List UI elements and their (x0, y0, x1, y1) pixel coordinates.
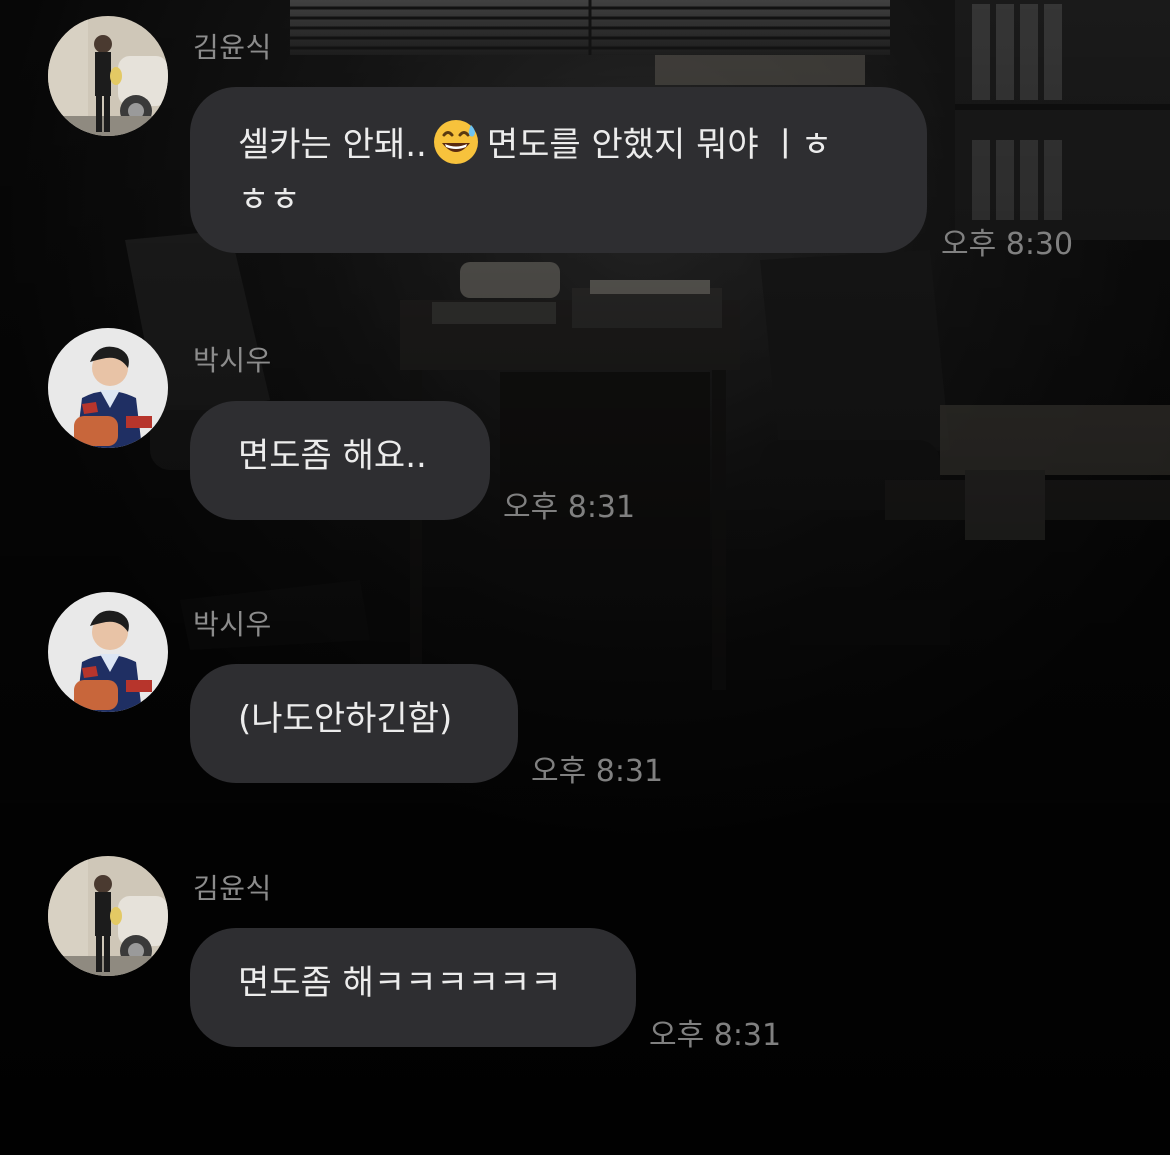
message-text: 셀카는 안돼.. (238, 125, 427, 165)
message-timestamp: 오후 8:30 (941, 227, 1074, 262)
message-timestamp: 오후 8:31 (649, 1018, 782, 1053)
sender-name: 박시우 (193, 344, 272, 377)
profile-photo-man-sweater-icon (48, 592, 168, 712)
message-bubble[interactable]: (나도안하긴함) (190, 664, 518, 783)
profile-photo-man-sweater-icon (48, 328, 168, 448)
message-text: (나도안하긴함) (238, 699, 453, 739)
message-timestamp: 오후 8:31 (531, 754, 664, 789)
chat-screen: 김윤식 셀카는 안돼.. 면도를 안했지 뭐야 ㅣㅎ ㅎㅎ 오후 8:30 박시… (0, 0, 1170, 1155)
sender-name: 김윤식 (193, 872, 272, 905)
profile-photo-man-suit-icon (48, 856, 168, 976)
message-bubble[interactable]: 셀카는 안돼.. 면도를 안했지 뭐야 ㅣㅎ ㅎㅎ (190, 87, 927, 253)
avatar-kim-yunsik[interactable] (48, 16, 168, 136)
profile-photo-man-suit-icon (48, 16, 168, 136)
message-text: 면도좀 해ㅋㅋㅋㅋㅋㅋ (238, 963, 562, 1003)
avatar-kim-yunsik[interactable] (48, 856, 168, 976)
avatar-park-siwoo[interactable] (48, 592, 168, 712)
sender-name: 김윤식 (193, 31, 272, 64)
message-bubble[interactable]: 면도좀 해요.. (190, 401, 490, 520)
sender-name: 박시우 (193, 608, 272, 641)
message-list[interactable]: 김윤식 셀카는 안돼.. 면도를 안했지 뭐야 ㅣㅎ ㅎㅎ 오후 8:30 박시… (0, 0, 1170, 1155)
grinning-sweat-emoji-icon (433, 119, 479, 177)
message-bubble[interactable]: 면도좀 해ㅋㅋㅋㅋㅋㅋ (190, 928, 636, 1047)
avatar-park-siwoo[interactable] (48, 328, 168, 448)
message-text: 면도좀 해요.. (238, 436, 427, 476)
message-timestamp: 오후 8:31 (503, 490, 636, 525)
